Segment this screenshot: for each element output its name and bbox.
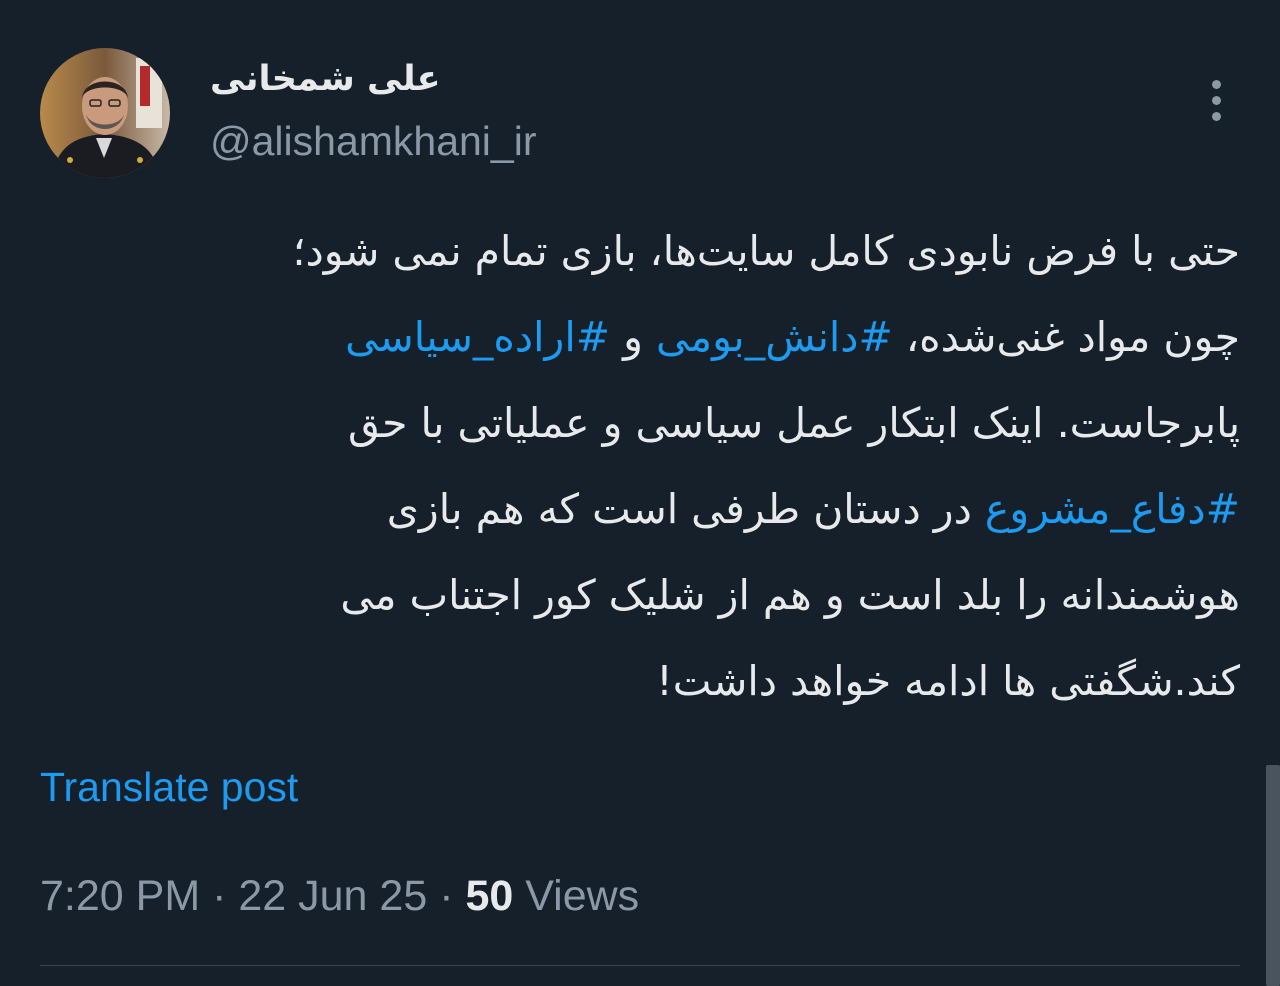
tweet-text-segment: هوشمندانه را بلد است و هم از شلیک کور اج… (340, 571, 1240, 619)
tweet-text-line: کند.شگفتی ها ادامه خواهد داشت! (130, 638, 1240, 724)
tweet-text-line: پابرجاست. اینک ابتکار عمل سیاسی و عملیات… (130, 380, 1240, 466)
tweet-text-segment: چون مواد غنی‌شده، (892, 313, 1240, 361)
dot (1211, 79, 1221, 89)
hashtag-link[interactable]: #اراده_سیاسی (345, 313, 610, 361)
tweet-date[interactable]: 22 Jun 25 (238, 872, 427, 920)
more-options-icon[interactable] (1194, 72, 1238, 128)
hashtag-link[interactable]: #دانش_بومی (656, 313, 893, 361)
profile-photo-icon (40, 48, 170, 178)
username-handle[interactable]: @alishamkhani_ir (210, 116, 536, 166)
tweet-text-line: هوشمندانه را بلد است و هم از شلیک کور اج… (130, 552, 1240, 638)
tweet-text-line: چون مواد غنی‌شده، #دانش_بومی و #اراده_سی… (130, 294, 1240, 380)
tweet-text-line: #دفاع_مشروع در دستان طرفی است که هم بازی (130, 466, 1240, 552)
tweet-text-segment: پابرجاست. اینک ابتکار عمل سیاسی و عملیات… (347, 399, 1240, 447)
tweet-text-line: حتی با فرض نابودی کامل سایت‌ها، بازی تما… (130, 208, 1240, 294)
tweet-text-segment: کند.شگفتی ها ادامه خواهد داشت! (656, 657, 1240, 705)
tweet-text-segment: حتی با فرض نابودی کامل سایت‌ها، بازی تما… (292, 227, 1240, 275)
tweet-metadata: 7:20 PM · 22 Jun 25 · 50 Views (40, 870, 639, 922)
tweet-time[interactable]: 7:20 PM (40, 872, 200, 920)
avatar[interactable] (40, 48, 170, 178)
views-count[interactable]: 50 (465, 872, 513, 920)
tweet: علی شمخانی @alishamkhani_ir حتی با فرض ن… (0, 0, 1280, 986)
dot (1211, 95, 1221, 105)
separator: · (200, 872, 239, 920)
tweet-text-segment: در دستان طرفی است که هم بازی (386, 485, 985, 533)
translate-post-link[interactable]: Translate post (40, 762, 298, 812)
divider (40, 965, 1240, 966)
scrollbar[interactable] (1266, 765, 1280, 986)
dot (1211, 111, 1221, 121)
tweet-text: حتی با فرض نابودی کامل سایت‌ها، بازی تما… (130, 208, 1240, 724)
display-name[interactable]: علی شمخانی (210, 56, 441, 102)
tweet-text-segment: و (610, 313, 656, 361)
views-label[interactable]: Views (513, 872, 639, 920)
separator: · (427, 872, 466, 920)
hashtag-link[interactable]: #دفاع_مشروع (985, 485, 1240, 533)
